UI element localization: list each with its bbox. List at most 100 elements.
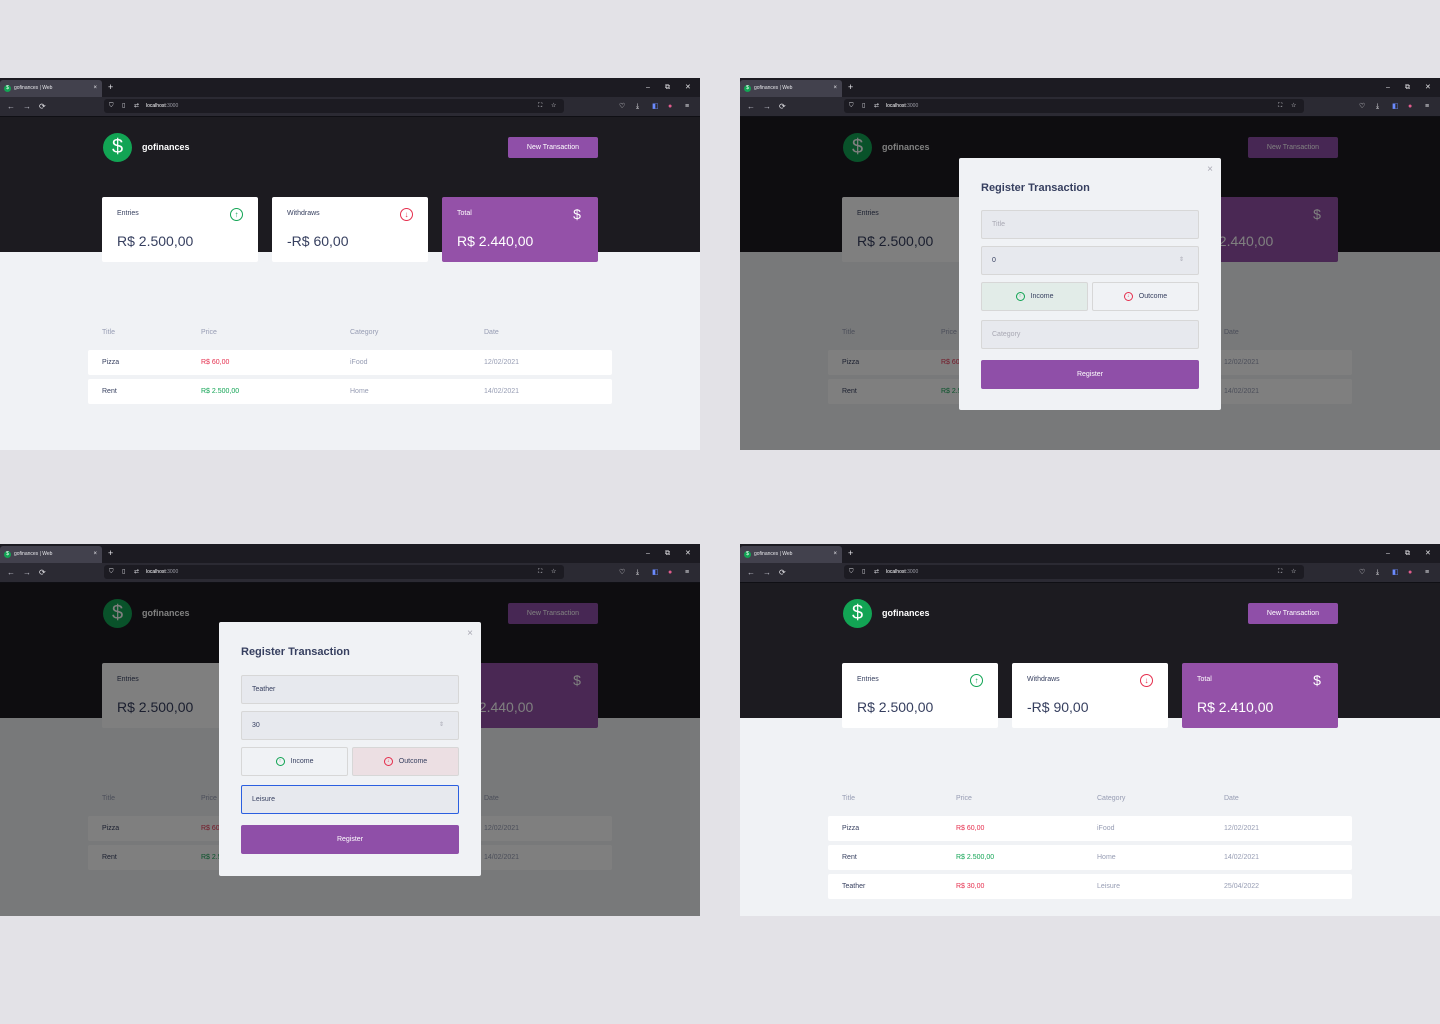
logo-dollar-icon: $ bbox=[103, 133, 132, 162]
pocket-icon[interactable]: ♡ bbox=[1359, 97, 1365, 116]
close-icon[interactable]: × bbox=[1207, 164, 1213, 175]
screen-modal-filled: $ gofinances | Web × + – ⧉ ✕ ← → ⟳ ⛉ ▯ ⇄… bbox=[0, 544, 700, 916]
new-tab-icon[interactable]: + bbox=[848, 78, 853, 97]
new-transaction-button[interactable]: New Transaction bbox=[1248, 603, 1338, 624]
bookmark-star-icon[interactable]: ☆ bbox=[551, 99, 556, 113]
color-extension-icon[interactable]: ● bbox=[1408, 563, 1412, 582]
back-icon[interactable]: ← bbox=[7, 97, 15, 116]
total-card: Total $ R$ 2.410,00 bbox=[1182, 663, 1338, 728]
browser-tab[interactable]: $ gofinances | Web × bbox=[0, 80, 102, 97]
header-title: Title bbox=[102, 329, 115, 336]
reload-icon[interactable]: ⟳ bbox=[39, 563, 46, 582]
translate-icon[interactable]: ⛶ bbox=[1278, 565, 1282, 579]
withdraws-value: -R$ 90,00 bbox=[1027, 699, 1089, 715]
browser-tab-bar: $ gofinances | Web × + – ⧉ ✕ bbox=[0, 544, 700, 563]
back-icon[interactable]: ← bbox=[747, 97, 755, 116]
download-icon[interactable]: ⤓ bbox=[636, 563, 639, 582]
restore-icon[interactable]: ⧉ bbox=[665, 544, 670, 563]
url-bar[interactable]: ⛉ ▯ ⇄ localhost:3000 ⛶ ☆ bbox=[104, 99, 564, 113]
reload-icon[interactable]: ⟳ bbox=[39, 97, 46, 116]
register-button[interactable]: Register bbox=[981, 360, 1199, 389]
new-transaction-button[interactable]: New Transaction bbox=[508, 137, 598, 158]
reload-icon[interactable]: ⟳ bbox=[779, 97, 786, 116]
tab-close-icon[interactable]: × bbox=[833, 546, 837, 563]
tab-close-icon[interactable]: × bbox=[833, 80, 837, 97]
tab-close-icon[interactable]: × bbox=[93, 80, 97, 97]
download-icon[interactable]: ⤓ bbox=[636, 97, 639, 116]
arrow-down-circle-icon: ↓ bbox=[1123, 291, 1133, 301]
total-value: R$ 2.410,00 bbox=[1197, 699, 1274, 715]
table-row: Teather R$ 30,00 Leisure 25/04/2022 bbox=[828, 874, 1352, 899]
category-input[interactable]: Category bbox=[981, 320, 1199, 349]
menu-icon[interactable]: ≡ bbox=[1425, 563, 1429, 582]
browser-tab[interactable]: $ gofinances | Web × bbox=[740, 80, 842, 97]
translate-icon[interactable]: ⛶ bbox=[538, 99, 542, 113]
pocket-icon[interactable]: ♡ bbox=[619, 97, 625, 116]
amount-input[interactable]: 30 ⇕ bbox=[241, 711, 459, 740]
bookmark-star-icon[interactable]: ☆ bbox=[1291, 565, 1296, 579]
extension-icon[interactable]: ◧ bbox=[1392, 97, 1399, 116]
new-tab-icon[interactable]: + bbox=[848, 544, 853, 563]
minimize-icon[interactable]: – bbox=[1386, 544, 1390, 563]
menu-icon[interactable]: ≡ bbox=[1425, 97, 1429, 116]
cell-date: 14/02/2021 bbox=[484, 388, 520, 395]
forward-icon[interactable]: → bbox=[763, 563, 771, 582]
color-extension-icon[interactable]: ● bbox=[668, 97, 672, 116]
reload-icon[interactable]: ⟳ bbox=[779, 563, 786, 582]
restore-icon[interactable]: ⧉ bbox=[1405, 78, 1410, 97]
extension-icon[interactable]: ◧ bbox=[652, 563, 659, 582]
translate-icon[interactable]: ⛶ bbox=[538, 565, 542, 579]
window-close-icon[interactable]: ✕ bbox=[685, 544, 691, 563]
tab-close-icon[interactable]: × bbox=[93, 546, 97, 563]
back-icon[interactable]: ← bbox=[7, 563, 15, 582]
total-label: Total bbox=[1197, 676, 1212, 683]
outcome-button[interactable]: ↓ Outcome bbox=[352, 747, 459, 776]
income-button[interactable]: ↑ Income bbox=[241, 747, 348, 776]
outcome-button[interactable]: ↓ Outcome bbox=[1092, 282, 1199, 311]
url-bar[interactable]: ⛉ ▯ ⇄ localhost:3000 ⛶ ☆ bbox=[844, 565, 1304, 579]
minimize-icon[interactable]: – bbox=[646, 78, 650, 97]
pocket-icon[interactable]: ♡ bbox=[1359, 563, 1365, 582]
back-icon[interactable]: ← bbox=[747, 563, 755, 582]
browser-tab[interactable]: $ gofinances | Web × bbox=[740, 546, 842, 563]
translate-icon[interactable]: ⛶ bbox=[1278, 99, 1282, 113]
forward-icon[interactable]: → bbox=[23, 563, 31, 582]
title-input[interactable]: Teather bbox=[241, 675, 459, 704]
url-bar[interactable]: ⛉ ▯ ⇄ localhost:3000 ⛶ ☆ bbox=[844, 99, 1304, 113]
extension-icon[interactable]: ◧ bbox=[1392, 563, 1399, 582]
stepper-icon[interactable]: ⇕ bbox=[1179, 247, 1184, 274]
register-button[interactable]: Register bbox=[241, 825, 459, 854]
bookmark-star-icon[interactable]: ☆ bbox=[1291, 99, 1296, 113]
extension-icon[interactable]: ◧ bbox=[652, 97, 659, 116]
bookmark-star-icon[interactable]: ☆ bbox=[551, 565, 556, 579]
outcome-label: Outcome bbox=[1138, 293, 1168, 300]
restore-icon[interactable]: ⧉ bbox=[665, 78, 670, 97]
title-input[interactable]: Title bbox=[981, 210, 1199, 239]
download-icon[interactable]: ⤓ bbox=[1376, 563, 1379, 582]
pocket-icon[interactable]: ♡ bbox=[619, 563, 625, 582]
browser-tab[interactable]: $ gofinances | Web × bbox=[0, 546, 102, 563]
permissions-icon: ⇄ bbox=[134, 569, 140, 575]
restore-icon[interactable]: ⧉ bbox=[1405, 544, 1410, 563]
minimize-icon[interactable]: – bbox=[1386, 78, 1390, 97]
category-input[interactable]: Leisure bbox=[241, 785, 459, 814]
window-close-icon[interactable]: ✕ bbox=[685, 78, 691, 97]
cell-category: Leisure bbox=[1097, 883, 1120, 890]
menu-icon[interactable]: ≡ bbox=[685, 97, 689, 116]
window-close-icon[interactable]: ✕ bbox=[1425, 78, 1431, 97]
new-tab-icon[interactable]: + bbox=[108, 78, 113, 97]
url-bar[interactable]: ⛉ ▯ ⇄ localhost:3000 ⛶ ☆ bbox=[104, 565, 564, 579]
new-tab-icon[interactable]: + bbox=[108, 544, 113, 563]
amount-input[interactable]: 0 ⇕ bbox=[981, 246, 1199, 275]
color-extension-icon[interactable]: ● bbox=[668, 563, 672, 582]
menu-icon[interactable]: ≡ bbox=[685, 563, 689, 582]
income-button[interactable]: ↑ Income bbox=[981, 282, 1088, 311]
stepper-icon[interactable]: ⇕ bbox=[439, 712, 444, 739]
close-icon[interactable]: × bbox=[467, 628, 473, 639]
forward-icon[interactable]: → bbox=[23, 97, 31, 116]
color-extension-icon[interactable]: ● bbox=[1408, 97, 1412, 116]
forward-icon[interactable]: → bbox=[763, 97, 771, 116]
minimize-icon[interactable]: – bbox=[646, 544, 650, 563]
window-close-icon[interactable]: ✕ bbox=[1425, 544, 1431, 563]
download-icon[interactable]: ⤓ bbox=[1376, 97, 1379, 116]
